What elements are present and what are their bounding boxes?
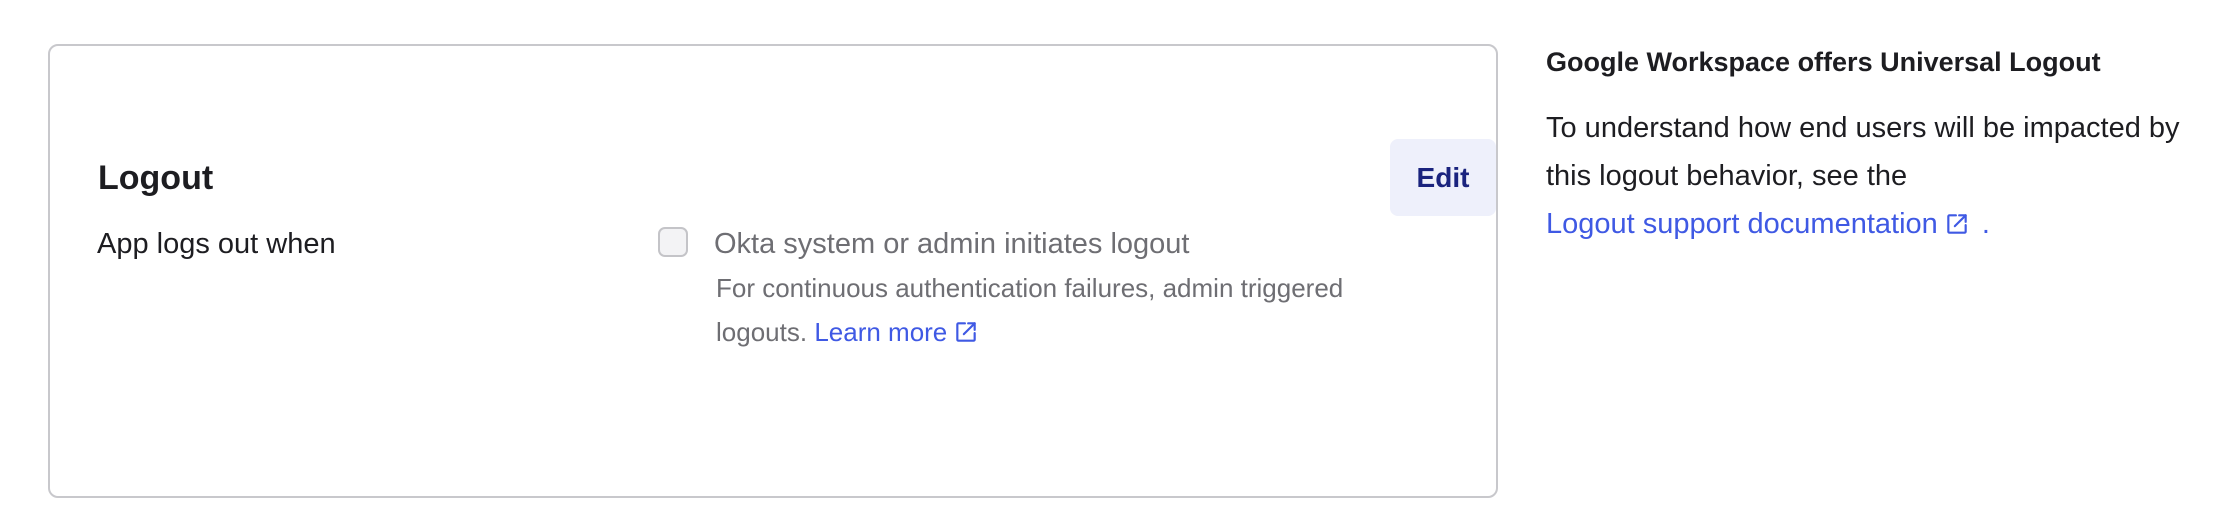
aside-body-text: To understand how end users will be impa… — [1546, 112, 2180, 192]
aside-text: To understand how end users will be impa… — [1546, 104, 2186, 248]
app-logs-out-label: App logs out when — [97, 228, 336, 260]
option-description-text: For continuous authentication failures, … — [716, 273, 1344, 347]
learn-more-link[interactable]: Learn more — [814, 317, 979, 347]
okta-logout-option-description: For continuous authentication failures, … — [716, 266, 1416, 354]
page: Logout Edit App logs out when Okta syste… — [0, 0, 2224, 530]
card-title: Logout — [98, 159, 214, 197]
okta-logout-checkbox[interactable] — [658, 227, 688, 257]
edit-button[interactable]: Edit — [1390, 139, 1496, 216]
aside-title: Google Workspace offers Universal Logout — [1546, 47, 2101, 77]
logout-support-documentation-link[interactable]: Logout support documentation — [1546, 208, 1970, 240]
external-link-icon — [1947, 214, 1967, 234]
external-link-icon — [956, 322, 977, 342]
okta-logout-option-label[interactable]: Okta system or admin initiates logout — [714, 222, 1189, 266]
aside-trailing-period: . — [1981, 208, 1990, 240]
logout-support-documentation-label: Logout support documentation — [1546, 208, 1938, 240]
learn-more-label: Learn more — [814, 317, 948, 347]
